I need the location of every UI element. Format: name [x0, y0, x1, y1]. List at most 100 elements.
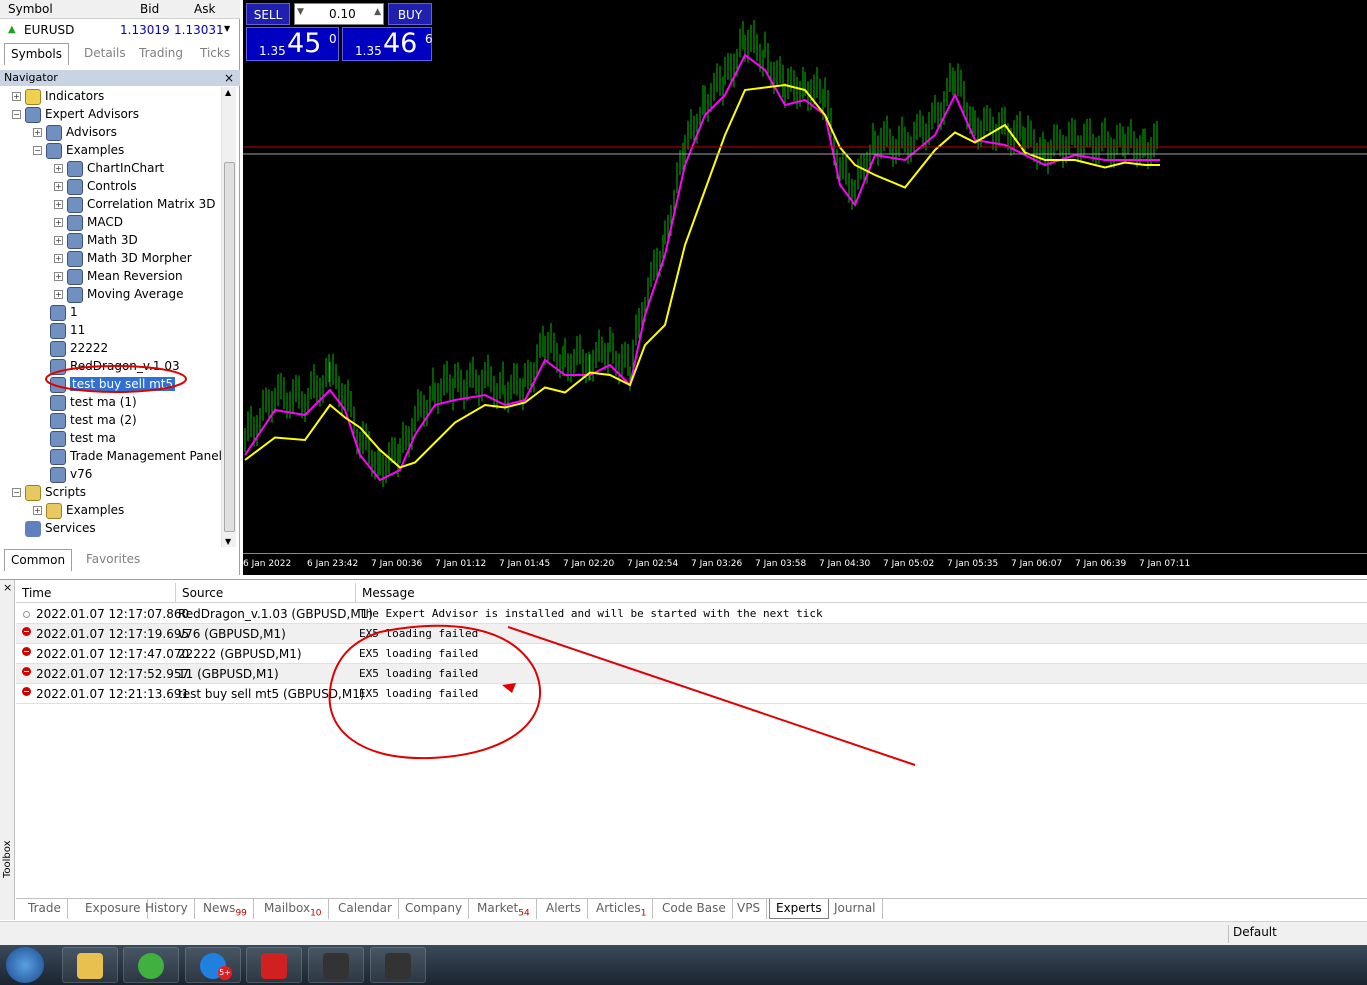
tab-trading[interactable]: Trading [133, 43, 189, 65]
tree-item-test-ma-2[interactable]: test ma (2) [50, 411, 137, 429]
market-watch-header: Symbol Bid Ask [0, 0, 240, 19]
tree-item-trade-management-panel[interactable]: Trade Management Panel [50, 447, 222, 465]
scrollbar-thumb[interactable] [224, 162, 235, 532]
close-icon[interactable]: × [3, 581, 12, 594]
tab-exposure[interactable]: Exposure [79, 899, 148, 919]
time-axis-label: 7 Jan 01:12 [435, 559, 487, 569]
tab-symbols[interactable]: Symbols [4, 43, 69, 65]
tab-articles[interactable]: Articles1 [590, 899, 654, 919]
tab-alerts[interactable]: Alerts [540, 899, 588, 919]
expand-icon[interactable]: + [54, 236, 63, 245]
symbol-column-header[interactable]: Symbol [8, 2, 53, 16]
tree-item-test-ma[interactable]: test ma [50, 429, 116, 447]
tree-item-examples[interactable]: − Examples [33, 141, 124, 159]
column-divider[interactable] [175, 583, 176, 603]
buy-button[interactable]: BUY [388, 3, 432, 25]
expand-icon[interactable]: + [33, 128, 42, 137]
lot-size-field[interactable]: ▼ 0.10 ▲ [294, 3, 384, 25]
tree-item-correlation-matrix[interactable]: + Correlation Matrix 3D [54, 195, 215, 213]
file-explorer-icon[interactable] [62, 947, 118, 983]
tree-item-services[interactable]: Services [12, 519, 96, 537]
tree-item-indicators[interactable]: + Indicators [12, 87, 104, 105]
tab-history[interactable]: History [139, 899, 195, 919]
tab-code-base[interactable]: Code Base [656, 899, 733, 919]
tree-item-chartinchart[interactable]: + ChartInChart [54, 159, 164, 177]
script-folder-icon [46, 502, 62, 519]
navigator-scrollbar[interactable]: ▲ ▼ [221, 87, 236, 547]
collapse-icon[interactable]: − [12, 488, 21, 497]
expand-icon[interactable]: + [33, 506, 42, 515]
tree-item-moving-average[interactable]: + Moving Average [54, 285, 183, 303]
scroll-up-icon[interactable]: ▲ [225, 88, 231, 97]
collapse-icon[interactable]: − [12, 110, 21, 119]
expand-icon[interactable]: + [54, 164, 63, 173]
tree-item-macd[interactable]: + MACD [54, 213, 123, 231]
tab-calendar[interactable]: Calendar [332, 899, 399, 919]
zalo-icon[interactable]: 5+ [185, 947, 241, 983]
tab-trade[interactable]: Trade [22, 899, 68, 919]
tab-favorites[interactable]: Favorites [80, 549, 146, 571]
tree-item-mean-reversion[interactable]: + Mean Reversion [54, 267, 183, 285]
increase-lot-icon[interactable]: ▲ [374, 7, 381, 17]
expand-icon[interactable]: + [54, 290, 63, 299]
sell-price-button[interactable]: 1.35 45 0 [246, 27, 339, 61]
tree-item-controls[interactable]: + Controls [54, 177, 137, 195]
symbol-row-eurusd[interactable]: ▲ EURUSD 1.13019 1.13031 [0, 20, 240, 40]
collapse-icon[interactable]: − [33, 146, 42, 155]
expand-icon[interactable]: + [54, 254, 63, 263]
start-button-icon[interactable] [6, 947, 44, 983]
tab-details[interactable]: Details [78, 43, 132, 65]
profile-name[interactable]: Default [1228, 925, 1277, 943]
error-icon [22, 647, 31, 656]
tree-item-ea-1[interactable]: 1 [50, 303, 78, 321]
tree-item-math-3d[interactable]: + Math 3D [54, 231, 138, 249]
tab-experts[interactable]: Experts [769, 899, 829, 919]
message-column-header[interactable]: Message [362, 586, 415, 600]
tree-item-scripts[interactable]: − Scripts [12, 483, 86, 501]
metatrader-icon[interactable] [246, 947, 302, 983]
source-column-header[interactable]: Source [182, 586, 223, 600]
tree-item-label: Controls [87, 179, 137, 193]
forex-app-icon-2[interactable] [370, 947, 426, 983]
tree-item-test-ma-1[interactable]: test ma (1) [50, 393, 137, 411]
expand-icon[interactable]: + [54, 272, 63, 281]
tab-company[interactable]: Company [399, 899, 470, 919]
tree-item-label: 22222 [70, 341, 109, 355]
expert-advisor-icon [50, 304, 66, 321]
expand-icon[interactable]: + [54, 182, 63, 191]
tree-item-v76[interactable]: v76 [50, 465, 92, 483]
tab-ticks[interactable]: Ticks [194, 43, 236, 65]
tree-item-ea-22222[interactable]: 22222 [50, 339, 108, 357]
time-column-header[interactable]: Time [22, 586, 51, 600]
tab-journal[interactable]: Journal [828, 899, 883, 919]
tree-item-expert-advisors[interactable]: − Expert Advisors [12, 105, 139, 123]
scroll-down-icon[interactable]: ▼ [224, 24, 230, 33]
lot-size-value[interactable]: 0.10 [329, 7, 356, 21]
column-divider[interactable] [355, 583, 356, 603]
tree-item-scripts-examples[interactable]: + Examples [33, 501, 124, 519]
expand-icon[interactable]: + [54, 200, 63, 209]
chart-canvas[interactable] [243, 0, 1367, 553]
ask-column-header[interactable]: Ask [194, 2, 215, 16]
tab-market[interactable]: Market54 [471, 899, 537, 919]
decrease-lot-icon[interactable]: ▼ [297, 7, 304, 17]
price-chart[interactable]: SELL ▼ 0.10 ▲ BUY 1.35 45 0 1.35 46 6 6 … [243, 0, 1367, 575]
coccoc-browser-icon[interactable] [123, 947, 179, 983]
tree-item-advisors[interactable]: + Advisors [33, 123, 117, 141]
expand-icon[interactable]: + [54, 218, 63, 227]
tab-mailbox[interactable]: Mailbox10 [258, 899, 329, 919]
forex-app-icon[interactable] [308, 947, 364, 983]
tab-vps[interactable]: VPS [731, 899, 768, 919]
sell-button[interactable]: SELL [246, 3, 290, 25]
bid-column-header[interactable]: Bid [140, 2, 159, 16]
expert-advisor-icon [50, 412, 66, 429]
close-icon[interactable]: × [224, 70, 234, 86]
scroll-down-icon[interactable]: ▼ [225, 537, 231, 546]
tree-item-ea-11[interactable]: 11 [50, 321, 85, 339]
expand-icon[interactable]: + [12, 92, 21, 101]
buy-price-button[interactable]: 1.35 46 6 [342, 27, 433, 61]
tab-common[interactable]: Common [4, 549, 73, 571]
time-axis-label: 7 Jan 05:35 [947, 559, 999, 569]
tree-item-math-3d-morpher[interactable]: + Math 3D Morpher [54, 249, 192, 267]
tab-news[interactable]: News99 [197, 899, 254, 919]
